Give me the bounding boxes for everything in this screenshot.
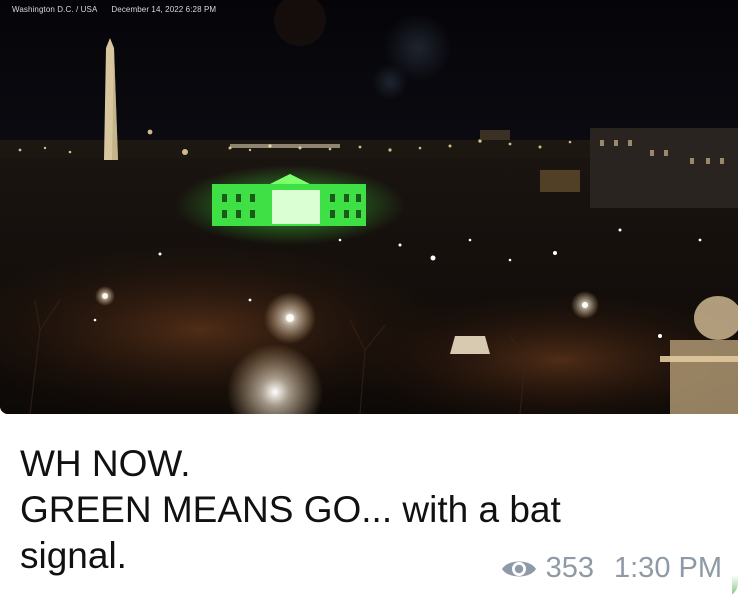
message-meta: 353 1:30 PM: [500, 552, 722, 585]
webcam-overlay-caption: Washington D.C. / USA December 14, 2022 …: [12, 5, 216, 14]
eye-icon: [500, 556, 538, 582]
bubble-tail: [732, 575, 738, 597]
message-time: 1:30 PM: [614, 552, 722, 584]
webcam-night-image: [0, 0, 738, 414]
message-line: WH NOW.: [20, 443, 191, 484]
message-line: GREEN MEANS GO... with a bat: [20, 489, 561, 530]
view-count: 353: [545, 552, 594, 584]
message-photo[interactable]: Washington D.C. / USA December 14, 2022 …: [0, 0, 738, 414]
message-bubble: Washington D.C. / USA December 14, 2022 …: [0, 0, 738, 597]
location-label: Washington D.C. / USA: [12, 5, 98, 14]
timestamp-label: December 14, 2022 6:28 PM: [111, 5, 217, 14]
